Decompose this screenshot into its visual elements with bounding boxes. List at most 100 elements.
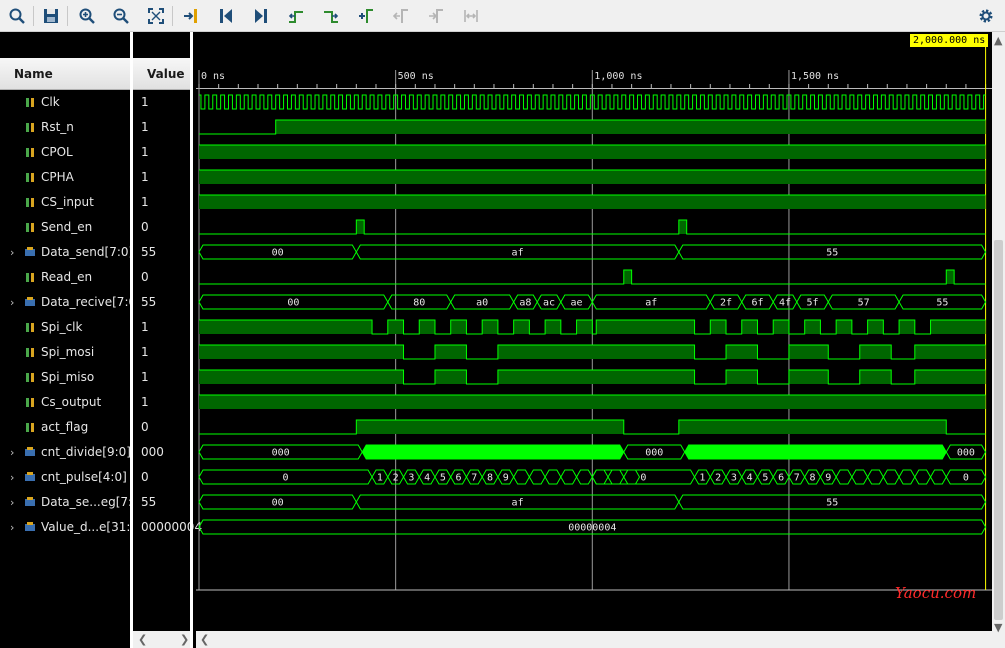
data-seg-wave-value: 00	[272, 498, 284, 509]
cnt-divide-wave-value: 000	[272, 448, 290, 459]
spi-clk-wave-fill	[867, 320, 884, 334]
watermark: Yaocu.com	[895, 584, 977, 602]
cnt-pulse-wave-value: 4	[747, 473, 753, 484]
cnt-pulse-wave-value: 2	[393, 473, 399, 484]
data-recive-wave-value: 6f	[751, 298, 763, 309]
scroll-up-icon[interactable]: ▲	[994, 34, 1002, 47]
cnt-pulse-wave-segment	[513, 469, 530, 485]
spi-mosi-wave-fill	[788, 345, 829, 359]
cnt-divide-wave-value: 000	[957, 448, 975, 459]
spi-clk-wave-fill	[596, 320, 695, 334]
time-tick-label: 0 ns	[201, 71, 225, 82]
cnt-pulse-wave-value: 3	[731, 473, 737, 484]
scroll-left-icon[interactable]: ❮	[200, 633, 209, 646]
spi-clk-wave-fill	[899, 320, 915, 334]
data-recive-wave-value: 00	[287, 298, 299, 309]
data-seg-wave-value: 55	[826, 498, 838, 509]
waveform-canvas[interactable]: 0 ns 500 ns 1,000 ns 1,500 ns00 af 5500 80 a0 a8…	[0, 0, 1005, 648]
cs-input-wave-fill	[199, 195, 986, 209]
cnt-pulse-wave-segment	[607, 469, 625, 485]
send-en-wave-fill	[356, 220, 365, 234]
spi-clk-wave-fill	[741, 320, 758, 334]
spi-clk-wave-fill	[482, 320, 498, 334]
data-send-wave-value: af	[512, 248, 524, 259]
read-en-wave-fill	[623, 270, 632, 284]
cnt-pulse-wave-value: 0	[640, 473, 646, 484]
cpha-wave-fill	[199, 170, 986, 184]
spi-clk-wave-fill	[710, 320, 727, 334]
spi-clk-wave-fill	[773, 320, 789, 334]
cnt-pulse-wave-value: 9	[503, 473, 509, 484]
cpol-wave-fill	[199, 145, 986, 159]
cnt-pulse-wave-value: 0	[283, 473, 289, 484]
data-seg-wave-value: af	[512, 498, 524, 509]
cnt-pulse-wave-value: 0	[963, 473, 969, 484]
spi-mosi-wave-fill	[726, 345, 758, 359]
cnt-pulse-wave-value: 6	[456, 473, 462, 484]
waveform-horizontal-scrollbar[interactable]	[196, 631, 992, 648]
data-recive-wave-value: 80	[413, 298, 425, 309]
spi-mosi-wave-fill	[199, 345, 404, 359]
spi-clk-wave-fill	[513, 320, 530, 334]
cnt-pulse-wave-segment	[882, 469, 900, 485]
data-recive-wave-value: ae	[571, 298, 583, 309]
scroll-right-icon[interactable]: ❯	[180, 633, 189, 646]
spi-miso-wave-fill	[726, 370, 758, 384]
cursor-time-label: 2,000.000 ns	[910, 34, 989, 47]
cnt-pulse-wave-segment	[914, 469, 932, 485]
cnt-pulse-wave-segment	[575, 469, 593, 485]
data-recive-wave-value: af	[645, 298, 657, 309]
spi-mosi-wave-fill	[859, 345, 892, 359]
rst-wave-fill	[275, 120, 986, 134]
cnt-pulse-wave-value: 1	[377, 473, 383, 484]
spi-miso-wave-fill	[497, 370, 695, 384]
cnt-pulse-wave-value: 8	[810, 473, 816, 484]
cnt-pulse-wave-segment	[898, 469, 916, 485]
time-tick-label: 1,500 ns	[791, 71, 839, 82]
time-tick-label: 1,000 ns	[594, 71, 642, 82]
spi-miso-wave-fill	[914, 370, 986, 384]
data-recive-wave-value: ac	[543, 298, 555, 309]
scroll-left-icon[interactable]: ❮	[138, 633, 147, 646]
time-axis-line	[196, 88, 992, 89]
cnt-pulse-wave-segment	[623, 469, 641, 485]
send-en-wave-fill	[678, 220, 687, 234]
spi-miso-wave-fill	[788, 370, 829, 384]
cnt-pulse-wave-segment	[929, 469, 947, 485]
spi-mosi-wave-fill	[914, 345, 986, 359]
cnt-pulse-wave-value: 4	[424, 473, 430, 484]
value-d-wave-value: 00000004	[568, 523, 616, 534]
spi-clk-wave-fill	[930, 320, 986, 334]
spi-clk-wave-fill	[804, 320, 821, 334]
cnt-pulse-wave-value: 5	[440, 473, 446, 484]
cnt-divide-wave-segment	[684, 444, 947, 460]
cnt-pulse-wave-value: 3	[408, 473, 414, 484]
cnt-pulse-wave-value: 1	[699, 473, 705, 484]
vertical-scroll-thumb[interactable]	[994, 240, 1003, 620]
cnt-divide-wave-segment	[361, 444, 625, 460]
cnt-pulse-wave-value: 7	[471, 473, 477, 484]
cnt-pulse-wave-segment	[867, 469, 884, 485]
cnt-pulse-wave-value: 6	[778, 473, 784, 484]
cnt-pulse-wave-segment	[560, 469, 578, 485]
data-recive-wave-value: a8	[519, 298, 531, 309]
data-recive-wave-value: 5f	[807, 298, 819, 309]
spi-clk-wave-fill	[199, 320, 373, 334]
spi-mosi-wave-fill	[497, 345, 695, 359]
spi-miso-wave-fill	[859, 370, 892, 384]
spi-clk-wave-fill	[387, 320, 404, 334]
cnt-pulse-wave-segment	[851, 469, 869, 485]
cnt-pulse-wave-value: 7	[794, 473, 800, 484]
scroll-down-icon[interactable]: ▼	[994, 621, 1002, 634]
cnt-pulse-wave-segment	[835, 469, 853, 485]
data-recive-wave-value: 4f	[779, 298, 791, 309]
spi-clk-wave-fill	[450, 320, 467, 334]
data-recive-wave-value: 57	[858, 298, 870, 309]
cnt-pulse-wave-value: 8	[487, 473, 493, 484]
cnt-pulse-wave-segment	[528, 469, 546, 485]
data-send-wave-value: 55	[826, 248, 838, 259]
act-flag-wave-fill	[678, 420, 947, 434]
read-en-wave-fill	[946, 270, 955, 284]
time-tick-label: 500 ns	[398, 71, 434, 82]
cnt-pulse-wave-segment	[544, 469, 562, 485]
